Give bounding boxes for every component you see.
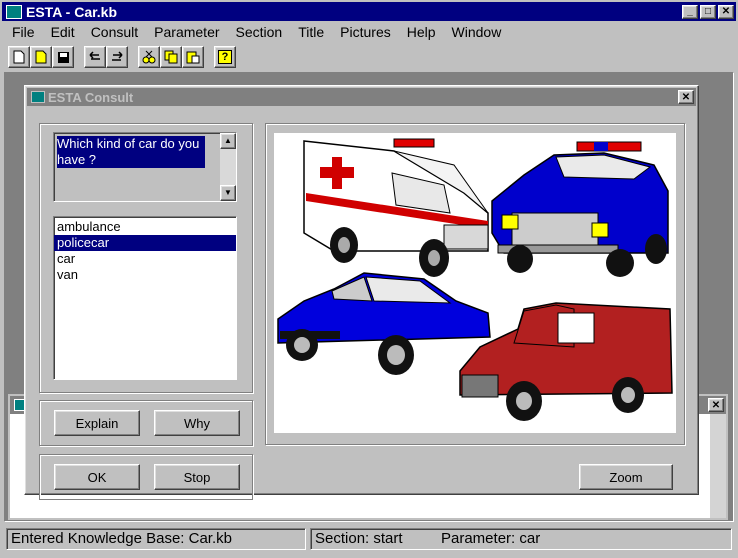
menu-edit[interactable]: Edit <box>51 24 75 40</box>
help-icon[interactable]: ? <box>214 46 236 68</box>
car-image <box>277 272 491 375</box>
question-text: Which kind of car do you have ? <box>57 136 205 168</box>
status-bar: Entered Knowledge Base: Car.kb Section: … <box>2 526 736 554</box>
status-knowledge-base: Entered Knowledge Base: Car.kb <box>6 528 306 550</box>
open-file-icon[interactable] <box>30 46 52 68</box>
consult-title: ESTA Consult <box>48 89 134 105</box>
paste-icon[interactable] <box>182 46 204 68</box>
why-button[interactable]: Why <box>154 410 240 436</box>
menu-section[interactable]: Section <box>236 24 283 40</box>
question-vscroll[interactable]: ▲ ▼ <box>220 133 236 201</box>
cars-picture <box>274 133 676 433</box>
ok-button[interactable]: OK <box>54 464 140 490</box>
copy-icon[interactable] <box>160 46 182 68</box>
menu-window[interactable]: Window <box>452 24 502 40</box>
new-file-icon[interactable] <box>8 46 30 68</box>
status-section: Section: start <box>315 530 403 547</box>
maximize-button[interactable]: □ <box>700 4 716 19</box>
main-titlebar: ESTA - Car.kb _ □ ✕ <box>2 2 736 21</box>
question-box: Which kind of car do you have ? ▲ ▼ <box>53 132 237 202</box>
zoom-button[interactable]: Zoom <box>579 464 673 490</box>
menu-parameter[interactable]: Parameter <box>154 24 219 40</box>
menu-bar: File Edit Consult Parameter Section Titl… <box>4 22 734 42</box>
van-image <box>459 302 673 421</box>
menu-title[interactable]: Title <box>298 24 324 40</box>
redo-icon[interactable] <box>106 46 128 68</box>
window-title: ESTA - Car.kb <box>26 3 118 20</box>
status-parameter: Parameter: car <box>441 530 541 547</box>
consult-titlebar: ESTA Consult ✕ <box>27 88 696 106</box>
status-section-parameter: Section: start Parameter: car <box>310 528 732 550</box>
list-item-policecar[interactable]: policecar <box>54 235 236 251</box>
list-item-car[interactable]: car <box>54 251 236 267</box>
menu-help[interactable]: Help <box>407 24 436 40</box>
undo-icon[interactable] <box>84 46 106 68</box>
toolbar: ? <box>4 44 734 70</box>
background-window-close-button[interactable]: ✕ <box>708 398 724 412</box>
police-car-image <box>491 141 669 277</box>
menu-pictures[interactable]: Pictures <box>340 24 391 40</box>
ambulance-image <box>303 138 489 277</box>
menu-consult[interactable]: Consult <box>91 24 138 40</box>
scroll-down-button[interactable]: ▼ <box>220 185 236 201</box>
menu-file[interactable]: File <box>12 24 35 40</box>
stop-button[interactable]: Stop <box>154 464 240 490</box>
list-item-ambulance[interactable]: ambulance <box>54 219 236 235</box>
answer-list[interactable]: ambulance policecar car van <box>53 216 237 380</box>
consult-icon <box>31 91 45 103</box>
explain-button[interactable]: Explain <box>54 410 140 436</box>
scroll-up-button[interactable]: ▲ <box>220 133 236 149</box>
consult-close-button[interactable]: ✕ <box>678 90 694 104</box>
consult-dialog: ESTA Consult ✕ Which kind of car do you … <box>24 85 699 500</box>
minimize-button[interactable]: _ <box>682 4 698 19</box>
list-item-van[interactable]: van <box>54 267 236 283</box>
app-icon <box>6 4 22 19</box>
close-button[interactable]: ✕ <box>718 4 734 19</box>
save-icon[interactable] <box>52 46 74 68</box>
background-window-vscroll[interactable] <box>710 414 726 518</box>
cut-icon[interactable] <box>138 46 160 68</box>
